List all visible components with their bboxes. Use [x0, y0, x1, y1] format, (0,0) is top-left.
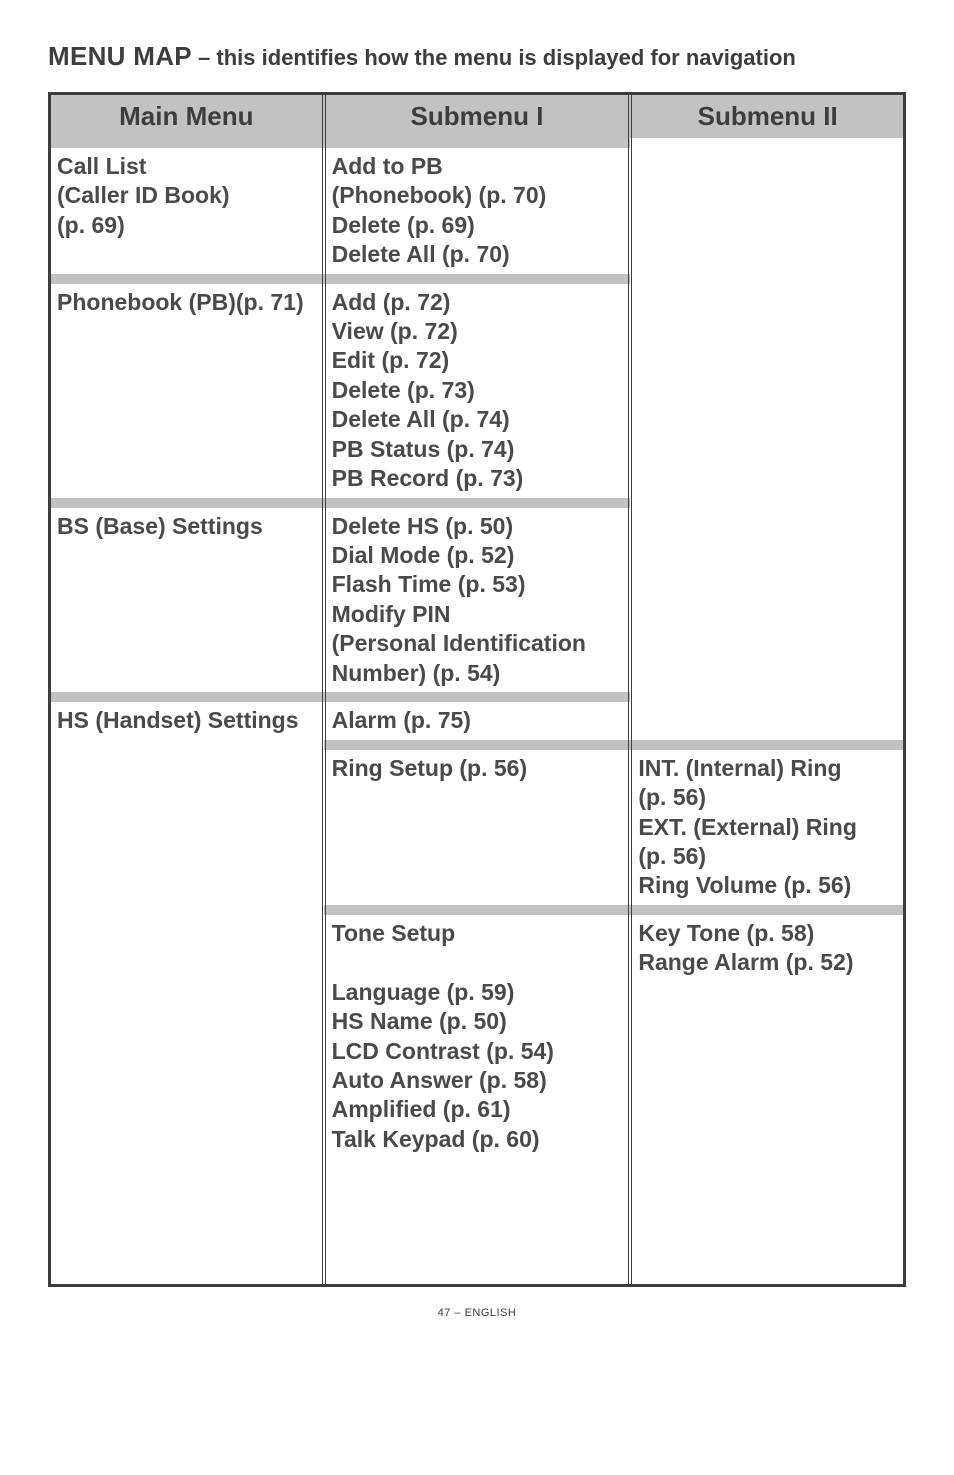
cell-sub2-blank	[630, 508, 903, 693]
spacer-row	[51, 274, 903, 284]
title-rest: – this identifies how the menu is displa…	[192, 45, 796, 70]
table-row: HS (Handset) Settings Alarm (p. 75)	[51, 702, 903, 739]
cell-sub1-phonebook: Add (p. 72)View (p. 72)Edit (p. 72)Delet…	[324, 284, 631, 498]
menu-map-table-wrapper: Main Menu Submenu I Submenu II Call List…	[48, 92, 906, 1288]
cell-sub1-bs-settings: Delete HS (p. 50)Dial Mode (p. 52)Flash …	[324, 508, 631, 693]
page-title: MENU MAP – this identifies how the menu …	[48, 40, 906, 74]
cell-sub1-ring-setup: Ring Setup (p. 56)	[324, 750, 631, 905]
cell-sub2-blank	[630, 284, 903, 498]
title-bold: MENU MAP	[48, 41, 192, 71]
spacer-row	[51, 138, 903, 148]
cell-sub1-call-list: Add to PB(Phonebook) (p. 70)Delete (p. 6…	[324, 148, 631, 274]
cell-sub2-ring-setup: INT. (Internal) Ring(p. 56)EXT. (Externa…	[630, 750, 903, 905]
header-main-menu: Main Menu	[51, 95, 324, 138]
cell-main-phonebook: Phonebook (PB)(p. 71)	[51, 284, 324, 498]
menu-map-table: Main Menu Submenu I Submenu II Call List…	[51, 95, 903, 1285]
cell-sub2-blank	[630, 148, 903, 274]
cell-sub2-tone-setup: Key Tone (p. 58)Range Alarm (p. 52)	[630, 915, 903, 1285]
table-row: Call List(Caller ID Book)(p. 69) Add to …	[51, 148, 903, 274]
page-footer: 47 – ENGLISH	[48, 1307, 906, 1339]
table-row: Phonebook (PB)(p. 71) Add (p. 72)View (p…	[51, 284, 903, 498]
header-submenu-2: Submenu II	[630, 95, 903, 138]
header-submenu-1: Submenu I	[324, 95, 631, 138]
spacer-row	[51, 498, 903, 508]
cell-sub1-tone-setup: Tone SetupLanguage (p. 59)HS Name (p. 50…	[324, 915, 631, 1285]
cell-main-hs-settings: HS (Handset) Settings	[51, 702, 324, 1284]
cell-main-call-list: Call List(Caller ID Book)(p. 69)	[51, 148, 324, 274]
cell-main-bs-settings: BS (Base) Settings	[51, 508, 324, 693]
table-header-row: Main Menu Submenu I Submenu II	[51, 95, 903, 138]
cell-sub2-blank	[630, 702, 903, 739]
spacer-row	[51, 692, 903, 702]
cell-sub1-alarm: Alarm (p. 75)	[324, 702, 631, 739]
table-row: BS (Base) Settings Delete HS (p. 50)Dial…	[51, 508, 903, 693]
